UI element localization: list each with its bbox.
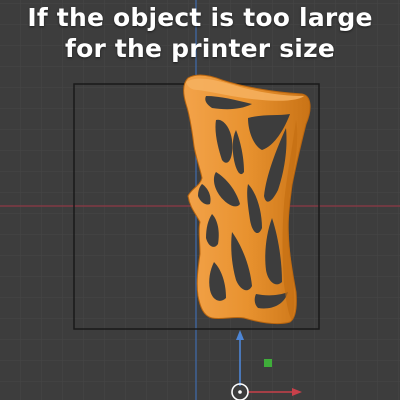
- gizmo-xy-plane-handle[interactable]: [264, 359, 272, 367]
- caption-line-2: for the printer size: [65, 34, 335, 63]
- caption-line-1: If the object is too large: [27, 3, 373, 32]
- 3d-viewport[interactable]: If the object is too large for the print…: [0, 0, 400, 400]
- gizmo-center-dot: [238, 390, 242, 394]
- caption-overlay: If the object is too large for the print…: [0, 2, 400, 64]
